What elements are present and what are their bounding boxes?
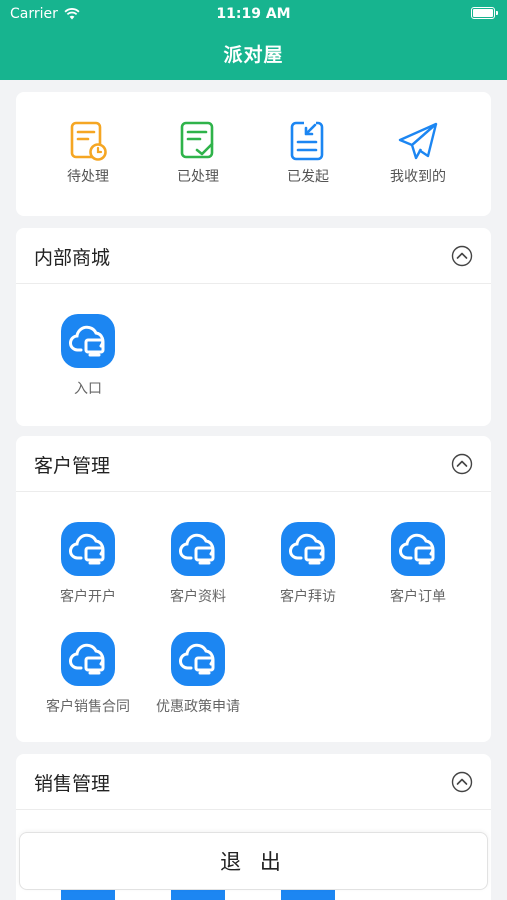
app-customer-profile[interactable]: 客户资料 [143,522,253,606]
processed-doc-icon [180,121,214,159]
pending-doc-icon [70,121,107,161]
section-internal-mall: 内部商城 入口 [16,228,491,426]
logout-button[interactable]: 退 出 [19,832,488,890]
section-header[interactable]: 内部商城 [16,228,491,284]
chevron-up-icon[interactable] [451,245,473,267]
section-customer-management: 客户管理 客户开户 客户资料 客户拜访 客户订单 客户销售合同 优惠政策申请 [16,436,491,742]
quick-action-label: 已处理 [177,169,219,185]
section-header[interactable]: 客户管理 [16,436,491,492]
cloud-monitor-icon [391,522,445,576]
quick-actions-card: 待处理 已处理 已发起 我收到的 [16,92,491,216]
app-customer-open-account[interactable]: 客户开户 [33,522,143,606]
app-label: 客户订单 [390,589,446,605]
cloud-monitor-icon [171,632,225,686]
quick-action-label: 我收到的 [390,169,446,185]
app-label: 入口 [74,381,102,397]
app-label: 客户资料 [170,589,226,605]
app-header: Carrier 11:19 AM 派对屋 [0,0,507,80]
quick-action-pending[interactable]: 待处理 [33,120,143,186]
app-customer-orders[interactable]: 客户订单 [363,522,473,606]
app-label: 客户开户 [60,589,116,605]
chevron-up-icon[interactable] [451,771,473,793]
section-title: 客户管理 [34,455,111,477]
cloud-monitor-icon [171,522,225,576]
paper-plane-icon [398,122,438,160]
quick-action-label: 待处理 [67,169,109,185]
section-header[interactable]: 销售管理 [16,754,491,810]
chevron-up-icon[interactable] [451,453,473,475]
clock: 11:19 AM [216,6,291,22]
cloud-monitor-icon [281,522,335,576]
app-customer-sales-contract[interactable]: 客户销售合同 [33,632,143,716]
cloud-monitor-icon [61,632,115,686]
quick-action-initiated[interactable]: 已发起 [253,120,363,186]
section-title: 内部商城 [34,247,111,269]
initiated-doc-icon [290,121,324,161]
section-title: 销售管理 [34,773,111,795]
cloud-monitor-icon [61,314,115,368]
quick-action-received[interactable]: 我收到的 [363,120,473,186]
app-discount-policy-request[interactable]: 优惠政策申请 [143,632,253,716]
app-entry[interactable]: 入口 [33,314,143,398]
battery-icon [471,7,498,19]
app-label: 优惠政策申请 [156,699,240,715]
page-title: 派对屋 [223,44,284,66]
cloud-monitor-icon [61,522,115,576]
app-label: 客户销售合同 [46,699,130,715]
quick-action-label: 已发起 [287,169,329,185]
status-bar: Carrier 11:19 AM [0,0,507,30]
quick-action-processed[interactable]: 已处理 [143,120,253,186]
app-label: 客户拜访 [280,589,336,605]
app-customer-visit[interactable]: 客户拜访 [253,522,363,606]
